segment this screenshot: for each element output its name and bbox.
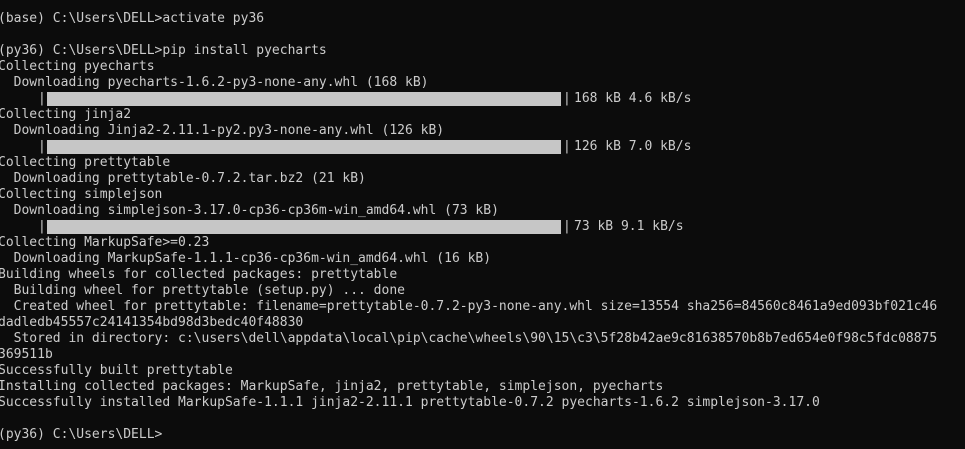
progress-bar-track bbox=[47, 220, 561, 234]
progress-bar-fill bbox=[47, 220, 561, 234]
progress-bar-stats: 126 kB 7.0 kB/s bbox=[574, 139, 692, 154]
progress-bar-track bbox=[47, 92, 561, 106]
terminal-line: Collecting MarkupSafe>=0.23 bbox=[0, 235, 210, 250]
progress-bar-row: | | 126 kB 7.0 kB/s bbox=[38, 139, 691, 155]
terminal-line: Stored in directory: c:\users\dell\appda… bbox=[0, 331, 938, 346]
terminal-line: (py36) C:\Users\DELL>pip install pyechar… bbox=[0, 43, 327, 58]
progress-bar-fill bbox=[47, 140, 561, 154]
progress-bar-row: | | 168 kB 4.6 kB/s bbox=[38, 91, 691, 107]
progress-bar-left-edge: | bbox=[38, 219, 46, 234]
terminal-line: 369511b bbox=[0, 347, 53, 362]
terminal-line: Collecting prettytable bbox=[0, 155, 171, 170]
terminal-line: Installing collected packages: MarkupSaf… bbox=[0, 379, 664, 394]
terminal-line: Collecting jinja2 bbox=[0, 107, 132, 122]
progress-bar-left-edge: | bbox=[38, 91, 46, 106]
terminal-line: Downloading simplejson-3.17.0-cp36-cp36m… bbox=[0, 203, 499, 218]
progress-bar-stats: 168 kB 4.6 kB/s bbox=[574, 91, 692, 106]
terminal-line: Building wheels for collected packages: … bbox=[0, 267, 398, 282]
progress-bar-left-edge: | bbox=[38, 139, 46, 154]
progress-bar-track bbox=[47, 140, 561, 154]
terminal-line: dadledb45557c24141354bd98d3bedc40f48830 bbox=[0, 315, 304, 330]
terminal-line: Downloading prettytable-0.7.2.tar.bz2 (2… bbox=[0, 171, 366, 186]
terminal-line: Collecting simplejson bbox=[0, 187, 163, 202]
terminal-line: Downloading pyecharts-1.6.2-py3-none-any… bbox=[0, 75, 429, 90]
terminal-line: Created wheel for prettytable: filename=… bbox=[0, 299, 938, 314]
terminal-line: Building wheel for prettytable (setup.py… bbox=[0, 283, 405, 298]
terminal-window[interactable]: (base) C:\Users\DELL>activate py36 (py36… bbox=[0, 0, 965, 449]
terminal-prompt[interactable]: (py36) C:\Users\DELL> bbox=[0, 427, 162, 443]
terminal-line: Downloading MarkupSafe-1.1.1-cp36-cp36m-… bbox=[0, 251, 492, 266]
terminal-line: Successfully built prettytable bbox=[0, 363, 233, 378]
terminal-line: (base) C:\Users\DELL>activate py36 bbox=[0, 11, 265, 26]
progress-bar-fill bbox=[47, 92, 561, 106]
terminal-line: Successfully installed MarkupSafe-1.1.1 … bbox=[0, 395, 820, 410]
progress-bar-right-edge: | bbox=[563, 219, 571, 234]
terminal-line: Collecting pyecharts bbox=[0, 59, 155, 74]
progress-bar-right-edge: | bbox=[563, 139, 571, 154]
progress-bar-stats: 73 kB 9.1 kB/s bbox=[574, 219, 684, 234]
terminal-line: Downloading Jinja2-2.11.1-py2.py3-none-a… bbox=[0, 123, 445, 138]
progress-bar-right-edge: | bbox=[563, 91, 571, 106]
progress-bar-row: | | 73 kB 9.1 kB/s bbox=[38, 219, 684, 235]
